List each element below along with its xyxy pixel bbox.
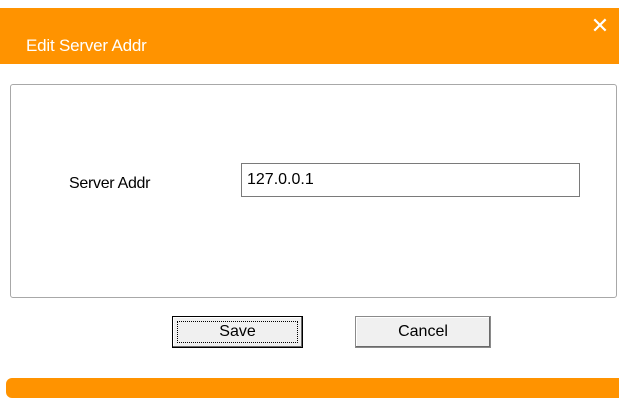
save-button-label: Save: [219, 323, 256, 340]
dialog-title-bar[interactable]: Edit Server Addr: [0, 8, 619, 64]
dialog-title: Edit Server Addr: [26, 36, 147, 55]
save-button[interactable]: Save: [172, 316, 303, 348]
dialog-footer-bar: [6, 378, 619, 398]
server-addr-input[interactable]: [241, 163, 580, 197]
server-addr-label: Server Addr: [69, 175, 151, 192]
close-icon[interactable]: ✕: [588, 12, 612, 40]
cancel-button[interactable]: Cancel: [355, 316, 491, 348]
